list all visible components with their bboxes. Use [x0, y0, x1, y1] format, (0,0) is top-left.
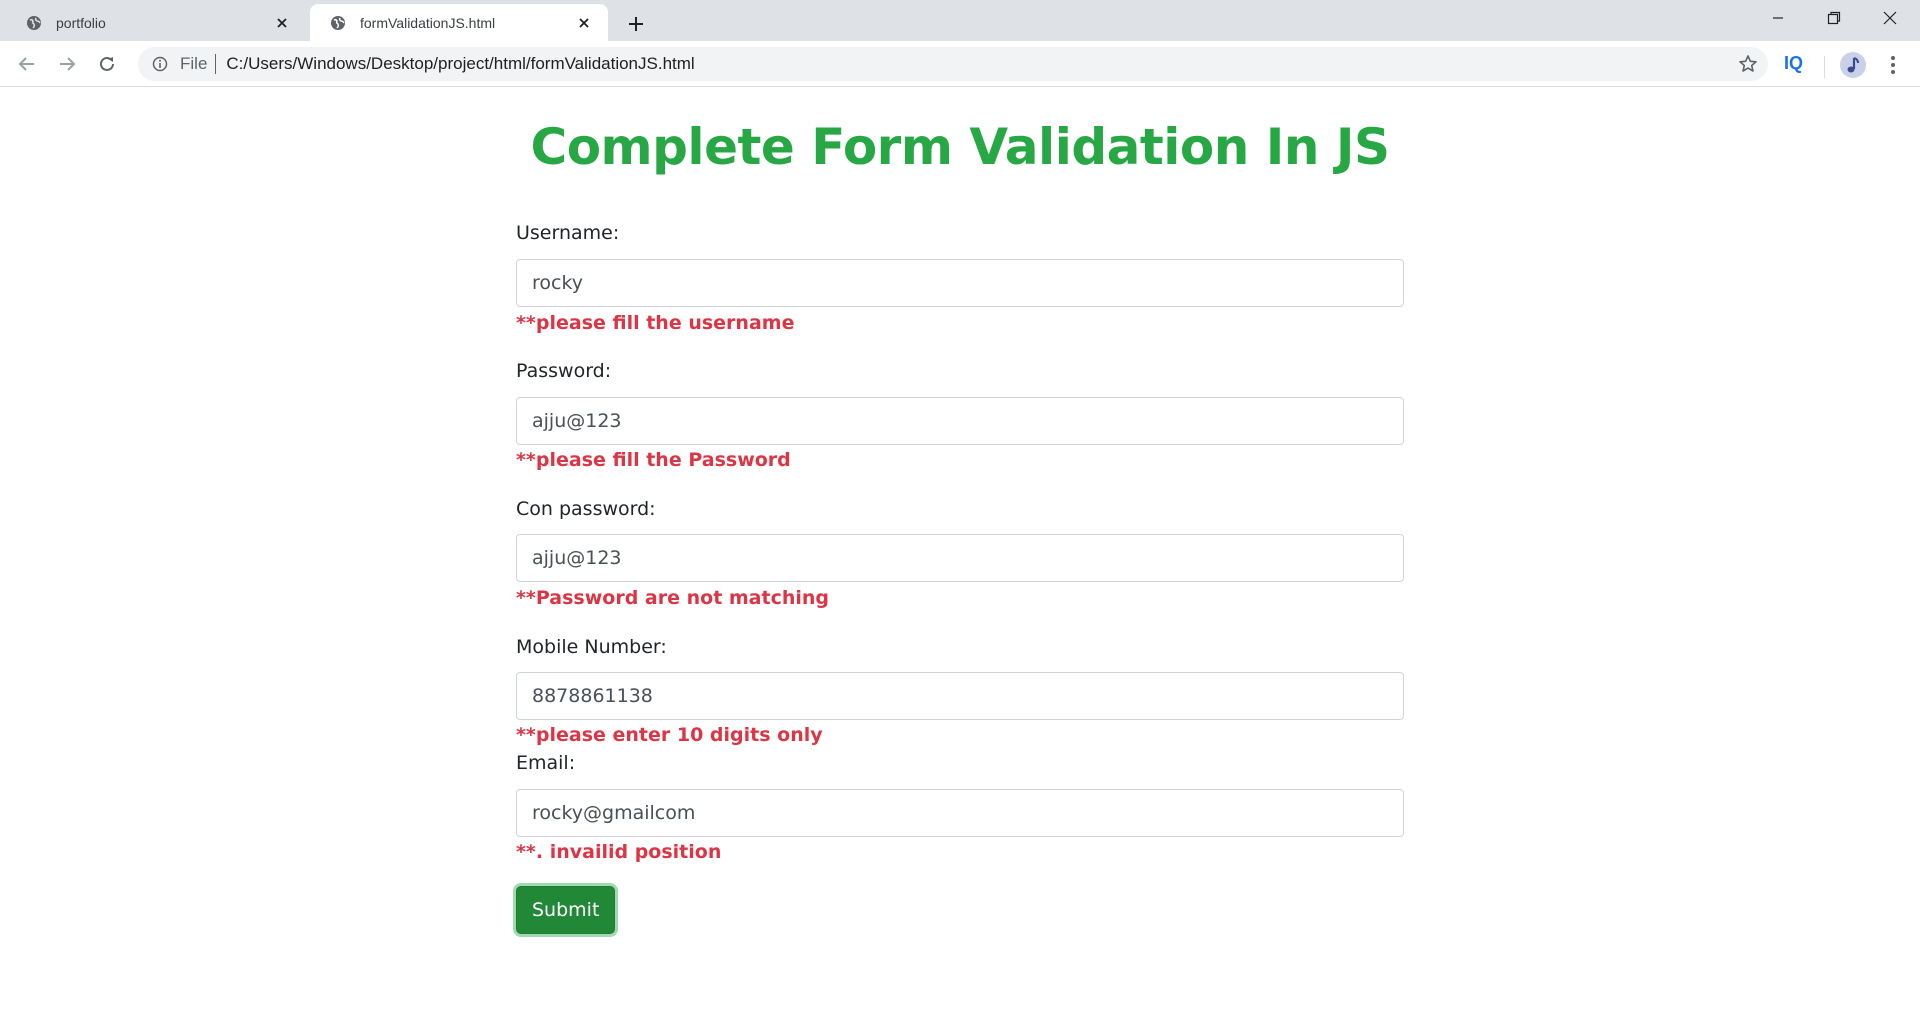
- submit-button[interactable]: Submit: [516, 886, 616, 934]
- mobile-number-input[interactable]: [516, 672, 1404, 720]
- email-input[interactable]: [516, 789, 1404, 837]
- username-error: **please fill the username: [516, 312, 795, 334]
- tab-title: portfolio: [56, 14, 106, 31]
- forward-icon[interactable]: [51, 48, 83, 80]
- page-heading: Complete Form Validation In JS: [530, 118, 1390, 176]
- email-error: **. invailid position: [516, 841, 722, 863]
- reload-icon[interactable]: [91, 48, 123, 80]
- confirm-password-label: Con password:: [516, 498, 656, 520]
- info-icon[interactable]: [150, 54, 170, 74]
- globe-icon: [26, 15, 42, 31]
- address-bar[interactable]: File C:/Users/Windows/Desktop/project/ht…: [138, 47, 1768, 81]
- tab-strip: portfolio formValidationJS.html: [0, 0, 1920, 41]
- more-menu-icon[interactable]: [1880, 51, 1906, 79]
- globe-icon: [330, 15, 346, 31]
- email-label: Email:: [516, 752, 576, 774]
- mobile-number-label: Mobile Number:: [516, 636, 667, 658]
- iq-extension-icon[interactable]: IQ: [1784, 53, 1803, 74]
- minimize-icon[interactable]: [1750, 0, 1806, 36]
- restore-icon[interactable]: [1806, 0, 1862, 36]
- username-input[interactable]: [516, 259, 1404, 307]
- close-tab-icon[interactable]: [272, 13, 292, 33]
- scheme-label: File: [180, 54, 208, 73]
- password-input[interactable]: [516, 397, 1404, 445]
- tab-form-validation[interactable]: formValidationJS.html: [310, 4, 608, 41]
- username-label: Username:: [516, 222, 620, 244]
- confirm-password-error: **Password are not matching: [516, 587, 830, 609]
- confirm-password-input[interactable]: [516, 534, 1404, 582]
- address-separator: [215, 54, 217, 74]
- password-label: Password:: [516, 360, 612, 382]
- tab-portfolio[interactable]: portfolio: [6, 4, 306, 41]
- close-tab-icon[interactable]: [574, 13, 594, 33]
- toolbar-divider: [1824, 56, 1825, 78]
- password-error: **please fill the Password: [516, 449, 791, 471]
- back-icon[interactable]: [11, 48, 43, 80]
- mobile-number-error: **please enter 10 digits only: [516, 724, 823, 746]
- page-content: Complete Form Validation In JS Username:…: [0, 88, 1920, 1030]
- profile-avatar[interactable]: [1840, 52, 1866, 78]
- new-tab-button[interactable]: [622, 10, 650, 38]
- tab-title: formValidationJS.html: [360, 14, 496, 31]
- url-text[interactable]: C:/Users/Windows/Desktop/project/html/fo…: [226, 54, 694, 74]
- close-window-icon[interactable]: [1862, 0, 1918, 36]
- browser-toolbar: File C:/Users/Windows/Desktop/project/ht…: [0, 41, 1920, 87]
- bookmark-star-icon[interactable]: [1738, 54, 1758, 74]
